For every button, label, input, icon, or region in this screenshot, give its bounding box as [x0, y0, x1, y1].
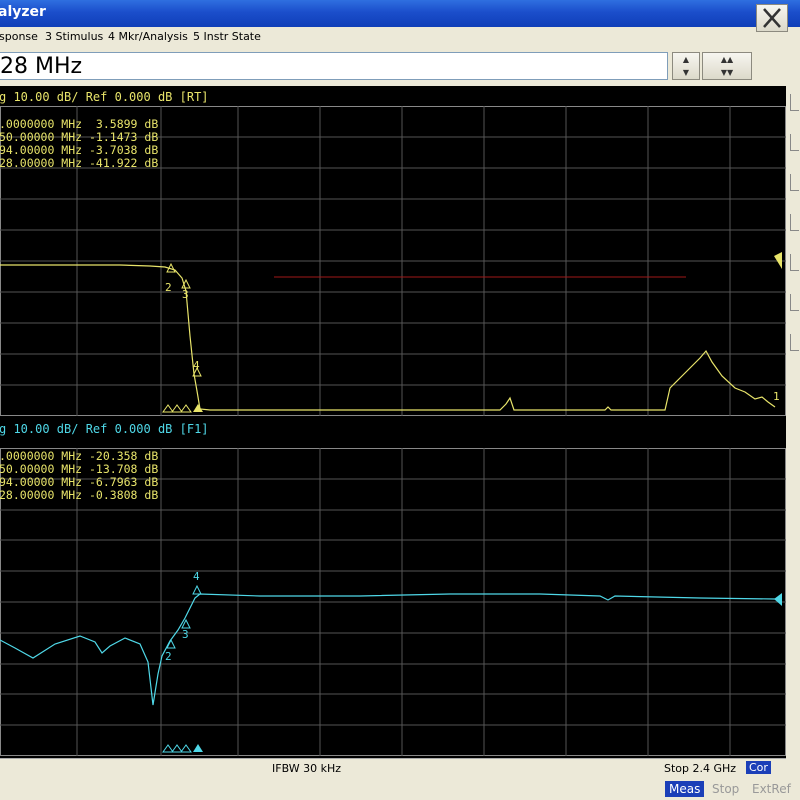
up-arrow-icon[interactable]: ▲: [673, 53, 699, 66]
trace1-marker-2-label: 2: [165, 281, 172, 294]
active-marker-icon: [193, 404, 203, 412]
trace2-marker-3-label: 3: [182, 628, 189, 641]
status-bar: IFBW 30 kHz Stop 2.4 GHz Cor: [0, 758, 786, 779]
trace2-marker-4-label: 4: [193, 570, 200, 583]
reference-arrow-icon: [774, 593, 782, 606]
menu-item-mkr-analysis[interactable]: 4 Mkr/Analysis: [108, 30, 188, 43]
menu-item-instr-state[interactable]: 5 Instr State: [193, 30, 261, 43]
window-title: alyzer: [0, 4, 46, 20]
meas-indicator[interactable]: Meas: [665, 781, 705, 797]
trace2-marker-2-label: 2: [165, 650, 172, 663]
correction-badge: Cor: [746, 761, 771, 774]
trace1-marker-4-label: 4: [193, 359, 200, 372]
entry-value: 28 MHz: [0, 54, 83, 79]
close-button[interactable]: [756, 4, 788, 32]
trace2-line: [0, 593, 776, 706]
title-bar: alyzer: [0, 0, 800, 27]
close-icon: [763, 8, 781, 28]
extref-indicator[interactable]: ExtRef: [748, 781, 795, 797]
bottom-bar: Meas Stop ExtRef: [0, 779, 800, 800]
trace1-marker-readout-4: 28.00000 MHz -41.922 dB: [0, 156, 159, 170]
active-marker-icon: [193, 744, 203, 752]
step-spinner[interactable]: ▲ ▼: [672, 52, 700, 80]
double-down-arrow-icon[interactable]: ▼▼: [703, 66, 751, 79]
menu-bar: sponse 3 Stimulus 4 Mkr/Analysis 5 Instr…: [0, 27, 800, 49]
marker-triangle-icon: [180, 744, 192, 753]
marker-triangle-icon: [180, 404, 192, 413]
trace1-line: [0, 264, 776, 411]
trace1-scale-header: g 10.00 dB/ Ref 0.000 dB [RT]: [0, 90, 209, 104]
marker-triangle-icon: [162, 404, 174, 413]
down-arrow-icon[interactable]: ▼: [673, 66, 699, 79]
trace-marker-icon: [192, 584, 202, 595]
stop-frequency-status: Stop 2.4 GHz: [664, 762, 737, 775]
ifbw-status: IFBW 30 kHz: [272, 762, 342, 775]
softkey-panel-edge[interactable]: [786, 86, 800, 780]
menu-item-stimulus[interactable]: 3 Stimulus: [45, 30, 103, 43]
double-up-arrow-icon[interactable]: ▲▲: [703, 53, 751, 66]
fine-step-spinner[interactable]: ▲▲ ▼▼: [702, 52, 752, 80]
marker-triangle-icon: [162, 744, 174, 753]
trace2-marker-readout-4: 28.00000 MHz -0.3808 dB: [0, 488, 159, 502]
trace2-scale-header: g 10.00 dB/ Ref 0.000 dB [F1]: [0, 422, 209, 436]
marker-triangle-icon: [171, 744, 183, 753]
menu-item-response[interactable]: sponse: [0, 30, 38, 43]
entry-field[interactable]: 28 MHz: [0, 52, 668, 80]
entry-bar: 28 MHz ▲ ▼ ▲▲ ▼▼: [0, 48, 800, 86]
marker-triangle-icon: [171, 404, 183, 413]
stop-indicator[interactable]: Stop: [708, 781, 743, 797]
trace1-marker-1-label: 1: [773, 390, 780, 403]
trace1-marker-3-label: 3: [182, 288, 189, 301]
